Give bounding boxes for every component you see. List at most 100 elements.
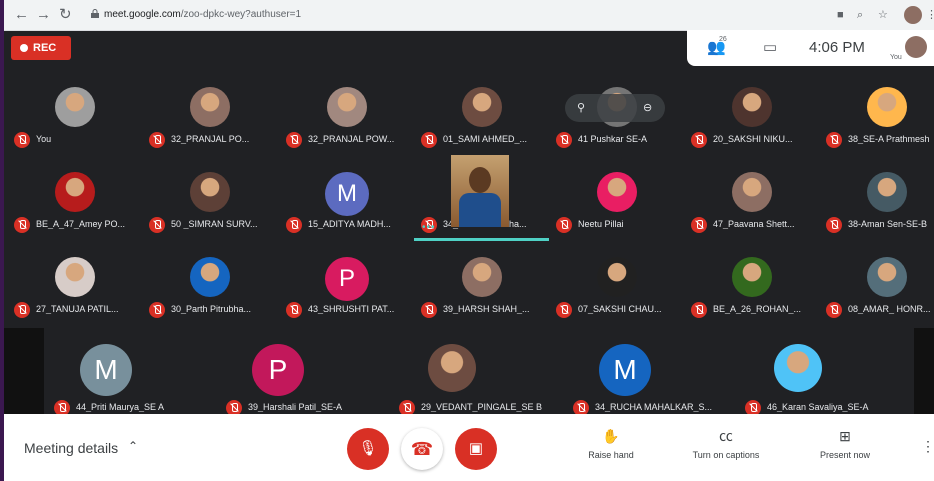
cast-icon[interactable]: ■ [837, 9, 844, 21]
participant-name: BE_A_26_ROHAN_... [713, 304, 802, 314]
present-label: Present now [819, 450, 871, 460]
speaking-indicator-icon: ••• [422, 222, 436, 233]
chat-icon[interactable]: ▭ [763, 38, 777, 56]
browser-toolbar: ← → ↻ meet.google.com/zoo-dpkc-wey?authu… [4, 0, 934, 31]
mic-muted-icon [556, 132, 572, 148]
participant-name: Neetu Pillai [578, 219, 624, 229]
control-bar: Meeting details ⌃ 🎙 ☎ ▣ ✋ Raise hand ㏄ Tur… [4, 414, 934, 481]
self-avatar[interactable] [905, 36, 927, 58]
hand-icon: ✋ [602, 428, 620, 444]
mic-muted-icon [149, 302, 165, 318]
mic-muted-icon [14, 132, 30, 148]
participant-tile[interactable]: You [8, 85, 142, 170]
participant-name: 01_SAMI AHMED_... [443, 134, 528, 144]
reload-icon[interactable]: ↻ [59, 7, 72, 23]
raise-hand-button[interactable]: ✋ Raise hand [556, 426, 666, 460]
more-options-icon[interactable]: ⋮ [921, 438, 934, 455]
participant-name: 15_ADITYA MADH... [308, 219, 391, 229]
pin-icon[interactable]: ⚲ [577, 101, 585, 114]
mic-off-icon: 🎙 [358, 440, 378, 457]
participant-tile[interactable]: Neetu Pillai [550, 170, 684, 255]
mic-muted-icon [149, 132, 165, 148]
mic-muted-icon [556, 302, 572, 318]
back-icon[interactable]: ← [14, 7, 29, 23]
captions-button[interactable]: ㏄ Turn on captions [671, 426, 781, 460]
participant-name: 20_SAKSHI NIKU... [713, 134, 793, 144]
participant-name: 07_SAKSHI CHAU... [578, 304, 662, 314]
leave-call-button[interactable]: ☎ [401, 428, 443, 470]
participant-name: BE_A_47_Amey PO... [36, 219, 126, 229]
hangup-icon: ☎ [410, 439, 434, 459]
chevron-up-icon[interactable]: ⌃ [128, 439, 138, 453]
avatar-photo [867, 257, 907, 297]
avatar-letter: M [325, 172, 369, 216]
participant-name: 38-Aman Sen-SE-B [848, 219, 928, 229]
present-button[interactable]: ⊞ Present now [790, 426, 900, 460]
avatar-photo [732, 87, 772, 127]
avatar-photo [327, 87, 367, 127]
avatar-photo [55, 257, 95, 297]
avatar-photo [462, 257, 502, 297]
avatar-photo [774, 344, 822, 392]
participant-tile[interactable]: 50 _SIMRAN SURV... [143, 170, 277, 255]
zoom-icon[interactable]: ⌕ [857, 9, 863, 21]
meeting-details-button[interactable]: Meeting details [24, 440, 118, 456]
participant-tile[interactable]: 32_PRANJAL POW... [280, 85, 414, 170]
avatar-photo [55, 87, 95, 127]
avatar-photo [190, 172, 230, 212]
participant-tile[interactable]: 47_Paavana Shett... [685, 170, 819, 255]
mic-muted-icon [286, 302, 302, 318]
avatar-letter: M [80, 344, 132, 396]
avatar-photo [462, 87, 502, 127]
participant-tile[interactable]: 38-Aman Sen-SE-B [820, 170, 934, 255]
menu-icon[interactable]: ⋮ [926, 9, 934, 21]
lock-icon[interactable] [91, 9, 99, 18]
avatar-photo [867, 172, 907, 212]
meeting-clock: 4:06 PM [809, 39, 865, 56]
url-path: /zoo-dpkc-wey?authuser=1 [180, 9, 302, 20]
participant-count: 26 [719, 36, 727, 43]
profile-avatar[interactable] [904, 6, 922, 24]
participant-tile[interactable]: 32_PRANJAL PO... [143, 85, 277, 170]
participant-name: You [36, 134, 52, 144]
participant-tile[interactable]: BE_A_47_Amey PO... [8, 170, 142, 255]
captions-label: Turn on captions [692, 450, 760, 460]
filmstrip-left-edge [4, 328, 44, 414]
active-speaker-video[interactable] [451, 155, 509, 227]
mic-muted-icon [421, 132, 437, 148]
avatar-photo [190, 87, 230, 127]
speaker-highlight-bar [414, 238, 549, 241]
participant-name: 32_PRANJAL PO... [171, 134, 250, 144]
star-icon[interactable]: ☆ [878, 9, 888, 21]
raise-hand-label: Raise hand [588, 450, 634, 460]
camera-toggle-button[interactable]: ▣ [455, 428, 497, 470]
avatar-letter: P [252, 344, 304, 396]
participant-name: 34_RUCHA MAHALKAR_S... [595, 402, 713, 412]
participant-tile[interactable]: 38_SE-A Prathmesh [820, 85, 934, 170]
participant-tile[interactable]: M 15_ADITYA MADH... [280, 170, 414, 255]
captions-icon: ㏄ [719, 428, 733, 444]
mic-muted-icon [826, 132, 842, 148]
mic-muted-icon [691, 302, 707, 318]
participant-tile[interactable]: 20_SAKSHI NIKU... [685, 85, 819, 170]
participant-name: 47_Paavana Shett... [713, 219, 795, 229]
address-bar[interactable]: meet.google.com/zoo-dpkc-wey?authuser=1 [104, 9, 301, 20]
mic-toggle-button[interactable]: 🎙 [347, 428, 389, 470]
avatar-photo [190, 257, 230, 297]
mic-muted-icon [14, 217, 30, 233]
avatar-letter: M [599, 344, 651, 396]
participant-name: 38_SE-A Prathmesh [848, 134, 930, 144]
mute-icon[interactable]: ⊖ [643, 101, 652, 114]
forward-icon[interactable]: → [36, 7, 51, 23]
video-face [469, 167, 491, 193]
browser-window: ← → ↻ meet.google.com/zoo-dpkc-wey?authu… [4, 0, 934, 481]
avatar-photo [732, 257, 772, 297]
participant-name: 08_AMAR_ HONR... [848, 304, 931, 314]
camera-off-icon: ▣ [468, 440, 484, 457]
recording-badge: REC [11, 36, 71, 60]
mic-muted-icon [826, 217, 842, 233]
participant-name: 27_TANUJA PATIL... [36, 304, 119, 314]
avatar-photo [428, 344, 476, 392]
participant-name: 30_Parth Pitrubha... [171, 304, 252, 314]
participant-name: 50 _SIMRAN SURV... [171, 219, 258, 229]
